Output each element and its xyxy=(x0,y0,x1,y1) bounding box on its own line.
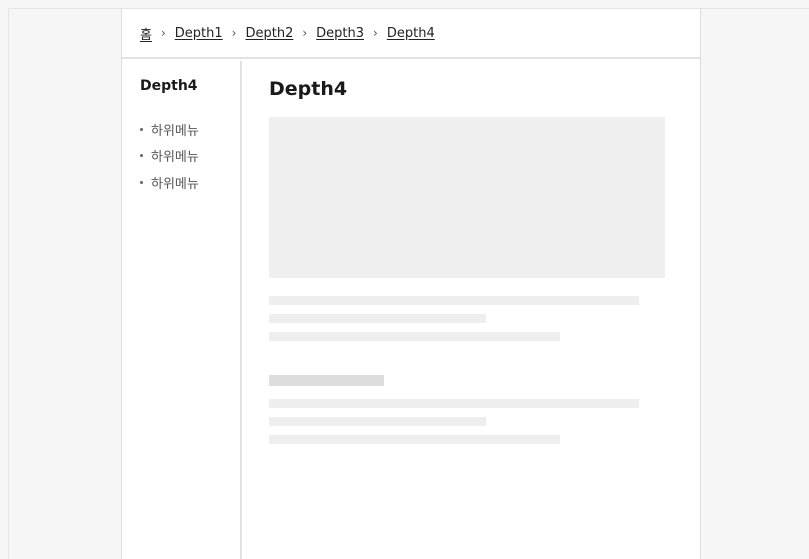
sidebar-item-label: 하위메뉴 xyxy=(151,176,199,192)
breadcrumb-depth1[interactable]: Depth1 xyxy=(175,26,223,41)
main-content: Depth4 xyxy=(242,61,700,559)
breadcrumb-depth4[interactable]: Depth4 xyxy=(387,26,435,41)
text-placeholder-line xyxy=(269,314,486,323)
sidebar-title: Depth4 xyxy=(140,78,198,94)
text-placeholder-line xyxy=(269,399,639,408)
image-placeholder xyxy=(269,117,665,278)
chevron-right-icon: › xyxy=(160,26,166,40)
chevron-right-icon: › xyxy=(302,26,308,40)
sidebar-item-submenu-1[interactable]: 하위메뉴 xyxy=(140,116,199,143)
chevron-right-icon: › xyxy=(231,26,237,40)
page-title: Depth4 xyxy=(269,78,348,100)
sidebar-item-label: 하위메뉴 xyxy=(151,150,199,166)
bullet-icon xyxy=(140,180,143,184)
sidebar-item-submenu-2[interactable]: 하위메뉴 xyxy=(140,143,199,170)
sidebar: Depth4 하위메뉴 하위메뉴 하위메뉴 xyxy=(122,61,242,559)
sidebar-item-submenu-3[interactable]: 하위메뉴 xyxy=(140,169,199,196)
subheading-placeholder xyxy=(269,375,384,386)
bullet-icon xyxy=(140,154,143,158)
breadcrumb-depth2[interactable]: Depth2 xyxy=(245,26,293,41)
breadcrumb-depth3[interactable]: Depth3 xyxy=(316,26,364,41)
sidebar-item-label: 하위메뉴 xyxy=(151,123,199,139)
text-placeholder-line xyxy=(269,332,560,341)
text-placeholder-line xyxy=(269,417,486,426)
chevron-right-icon: › xyxy=(373,26,378,40)
sidebar-submenu: 하위메뉴 하위메뉴 하위메뉴 xyxy=(140,116,199,196)
page-container: 홈 › Depth1 › Depth2 › Depth3 › Depth4 De… xyxy=(121,8,701,559)
breadcrumb: 홈 › Depth1 › Depth2 › Depth3 › Depth4 xyxy=(122,9,700,59)
bullet-icon xyxy=(140,127,143,131)
text-placeholder-line xyxy=(269,435,560,444)
breadcrumb-home[interactable]: 홈 xyxy=(140,24,152,43)
text-placeholder-line xyxy=(269,296,639,305)
